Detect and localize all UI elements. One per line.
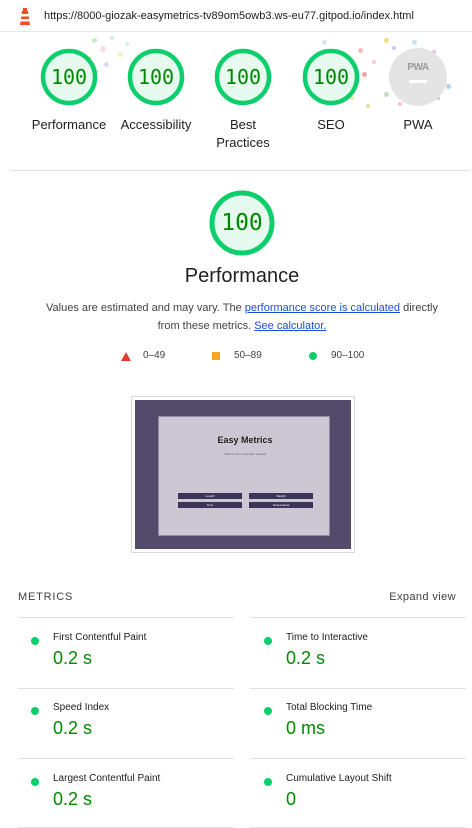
metric-divider xyxy=(250,758,466,759)
score-value: 100 xyxy=(137,65,175,89)
metric-label: Speed Index xyxy=(53,702,110,713)
performance-title: Performance xyxy=(184,265,300,287)
metric-speed-index: Speed Index 0.2 s xyxy=(31,702,241,762)
gauge-label: PWA xyxy=(403,117,433,132)
metric-label: Cumulative Layout Shift xyxy=(286,773,392,784)
metric-cumulative-layout-shift: Cumulative Layout Shift 0 xyxy=(264,773,472,828)
metric-value: 0 xyxy=(286,789,297,809)
gauge-accessibility[interactable]: 100 Accessibility xyxy=(111,48,201,134)
score-value: 100 xyxy=(312,65,350,89)
gauge-best-practices[interactable]: 100 Best Practices xyxy=(198,48,288,152)
gauge-seo[interactable]: 100 SEO xyxy=(286,48,376,134)
pwa-badge-icon: PWA xyxy=(389,48,447,106)
gauge-label: Best Practices xyxy=(198,116,288,152)
metric-first-contentful-paint: First Contentful Paint 0.2 s xyxy=(31,632,241,692)
metrics-heading: METRICS xyxy=(18,591,74,603)
score-value: 100 xyxy=(50,65,88,89)
screenshot-button: Time xyxy=(178,502,242,508)
gauge-pwa[interactable]: PWA PWA xyxy=(373,48,463,134)
metric-label: Largest Contentful Paint xyxy=(53,773,161,784)
metric-largest-contentful-paint: Largest Contentful Paint 0.2 s xyxy=(31,773,241,828)
metric-label: Total Blocking Time xyxy=(286,702,373,713)
metric-value: 0.2 s xyxy=(53,648,93,668)
metric-label: First Contentful Paint xyxy=(53,632,147,643)
gauge-label-line2: Practices xyxy=(216,135,270,150)
metric-total-blocking-time: Total Blocking Time 0 ms xyxy=(264,702,472,762)
screenshot-button: Temperature xyxy=(249,502,313,508)
circle-icon xyxy=(31,637,39,645)
screenshot-subtitle: Click on the conversion needed xyxy=(224,452,266,456)
url-bar[interactable]: https://8000-giozak-easymetrics-tv89om5o… xyxy=(0,0,472,32)
metric-value: 0 ms xyxy=(286,718,326,738)
screenshot-button: Weight xyxy=(249,493,313,499)
score-ring: 100 xyxy=(127,48,185,106)
circle-icon xyxy=(264,707,272,715)
triangle-icon xyxy=(121,352,131,361)
metric-divider xyxy=(18,758,234,759)
desc-text: Values are estimated and may vary. The xyxy=(46,302,245,314)
circle-icon xyxy=(309,352,317,360)
circle-icon xyxy=(264,637,272,645)
circle-icon xyxy=(31,707,39,715)
square-icon xyxy=(212,352,220,360)
performance-score: 100 xyxy=(221,210,263,236)
category-gauges: 100 Performance 100 Accessibility 100 Be… xyxy=(0,32,472,170)
metric-value: 0.2 s xyxy=(53,718,93,738)
circle-icon xyxy=(264,778,272,786)
expand-view-toggle[interactable]: Expand view xyxy=(389,591,456,603)
score-value: 100 xyxy=(224,65,262,89)
screenshot-title: Easy Metrics xyxy=(217,435,273,445)
screenshot-background: Easy Metrics Click on the conversion nee… xyxy=(135,400,351,549)
pwa-dash xyxy=(409,80,427,83)
pwa-badge-text: PWA xyxy=(407,62,429,73)
circle-icon xyxy=(31,778,39,786)
gauge-label-line1: Best xyxy=(229,117,256,132)
metric-value: 0.2 s xyxy=(53,789,93,809)
metric-divider xyxy=(18,688,234,689)
see-calculator-link[interactable]: See calculator. xyxy=(254,320,326,332)
score-ring: 100 xyxy=(302,48,360,106)
final-screenshot[interactable]: Easy Metrics Click on the conversion nee… xyxy=(131,396,355,553)
score-ring: 100 xyxy=(40,48,98,106)
performance-gauge: 100 xyxy=(209,190,275,256)
score-calculated-link[interactable]: performance score is calculated xyxy=(245,302,400,314)
gauge-label: Accessibility xyxy=(120,117,192,132)
metric-time-to-interactive: Time to Interactive 0.2 s xyxy=(264,632,472,692)
legend-label: 90–100 xyxy=(331,350,365,361)
lighthouse-icon xyxy=(20,8,30,25)
performance-description: Values are estimated and may vary. The p… xyxy=(40,299,444,335)
metric-label: Time to Interactive xyxy=(286,632,368,643)
legend-label: 0–49 xyxy=(143,350,166,361)
metric-divider xyxy=(18,617,234,618)
metric-divider xyxy=(250,688,466,689)
gauge-performance[interactable]: 100 Performance xyxy=(24,48,114,134)
screenshot-button: Length xyxy=(178,493,242,499)
gauge-label: SEO xyxy=(317,117,345,132)
url-text[interactable]: https://8000-giozak-easymetrics-tv89om5o… xyxy=(44,10,414,22)
gauge-label: Performance xyxy=(31,117,107,132)
metric-divider xyxy=(250,617,466,618)
metric-value: 0.2 s xyxy=(286,648,326,668)
section-divider xyxy=(10,170,470,171)
screenshot-card: Easy Metrics Click on the conversion nee… xyxy=(158,416,330,536)
score-ring: 100 xyxy=(214,48,272,106)
legend-label: 50–89 xyxy=(234,350,262,361)
